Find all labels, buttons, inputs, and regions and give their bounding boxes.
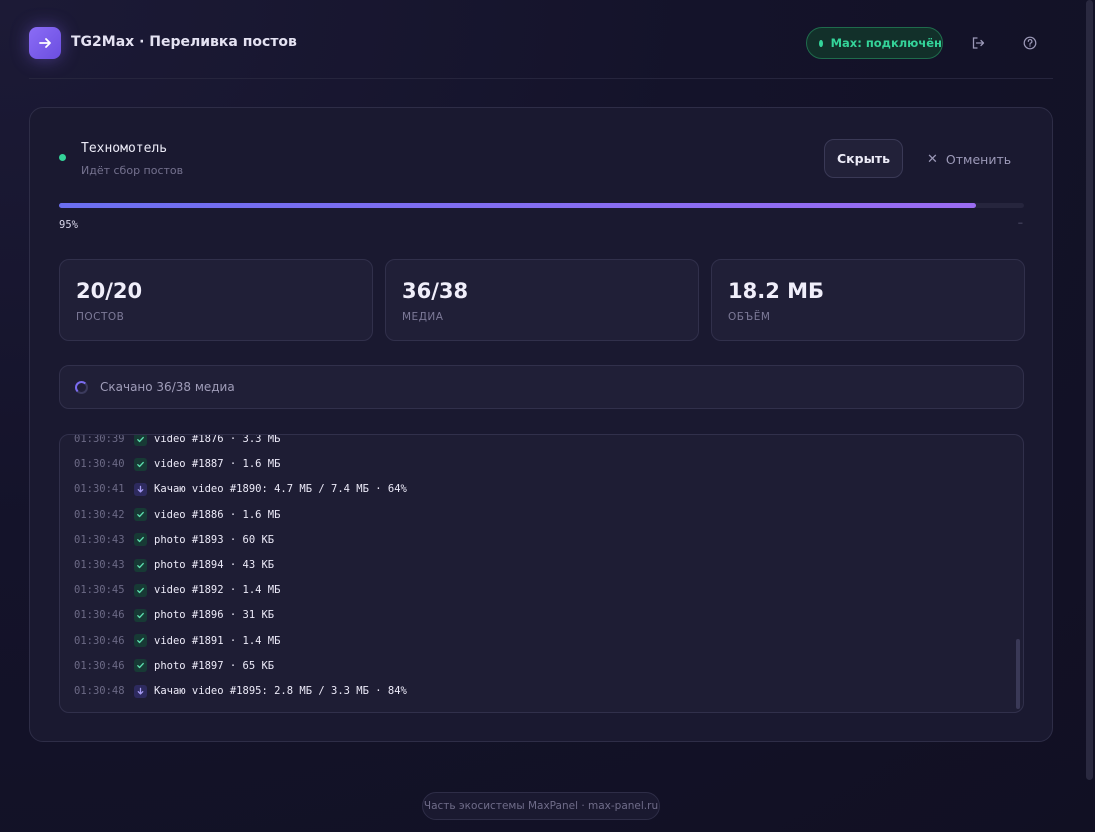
page-scrollbar[interactable]	[1086, 0, 1093, 780]
stat-value: 20/20	[76, 279, 143, 303]
app-logo	[29, 27, 61, 59]
progress-fill	[59, 203, 976, 208]
help-circle-icon	[1023, 36, 1037, 50]
log-time: 01:30:43	[74, 559, 125, 571]
channel-name: Техномотель	[81, 141, 168, 156]
stat-label: МЕДИА	[402, 311, 444, 323]
hide-button[interactable]: Скрыть	[824, 139, 903, 178]
check-icon	[134, 435, 147, 446]
cancel-button[interactable]: ✕ Отменить	[927, 148, 1011, 170]
log-row: 01:30:45 video #1892 · 1.4 МБ	[74, 581, 280, 599]
log-row: 01:30:46 photo #1896 · 31 КБ	[74, 606, 274, 624]
spinner-icon	[75, 381, 88, 394]
stat-label: ОБЪЁМ	[728, 311, 771, 323]
log-row: 01:30:39 video #1876 · 3.3 МБ	[74, 434, 281, 448]
logout-icon	[972, 37, 985, 49]
progress-bar	[59, 203, 1024, 208]
activity-log[interactable]: 01:30:39 video #1876 · 3.3 МБ 01:30:40 vide…	[59, 434, 1024, 713]
connection-status-text: Max: подключён	[830, 36, 942, 50]
log-text: video #1892 · 1.4 МБ	[154, 584, 281, 597]
app-title: TG2Max · Переливка постов	[71, 34, 297, 50]
log-row: 01:30:46 photo #1897 · 65 КБ	[74, 657, 274, 675]
log-time: 01:30:48	[74, 685, 125, 697]
job-subtitle: Идёт сбор постов	[81, 164, 184, 177]
log-time: 01:30:41	[74, 483, 125, 496]
stat-volume: 18.2 МБ ОБЪЁМ	[711, 259, 1025, 341]
check-icon	[134, 457, 147, 471]
download-status: Скачано 36/38 медиа	[59, 365, 1024, 409]
check-icon	[134, 533, 147, 547]
log-time: 01:30:43	[74, 533, 125, 546]
log-row: 01:30:48 Качаю video #1895: 2.8 МБ / 3.3 …	[74, 682, 407, 700]
stat-value: 18.2 МБ	[728, 279, 825, 303]
log-time: 01:30:45	[74, 584, 125, 597]
log-time: 01:30:39	[74, 434, 125, 445]
log-text: photo #1894 · 43 КБ	[154, 559, 275, 571]
log-time: 01:30:46	[74, 659, 125, 672]
job-card: Техномотель Идёт сбор постов Скрыть ✕ От…	[29, 107, 1053, 742]
check-icon	[134, 634, 147, 648]
connection-status-badge: Max: подключён	[806, 27, 943, 59]
stat-posts: 20/20 ПОСТОВ	[59, 259, 373, 341]
check-icon	[134, 508, 147, 522]
log-text: video #1886 · 1.6 МБ	[154, 508, 281, 521]
log-row: 01:30:43 photo #1894 · 43 КБ	[74, 556, 274, 574]
log-row: 01:30:41 Качаю video #1890: 4.7 МБ / 7.4 …	[74, 480, 407, 498]
log-text: video #1887 · 1.6 МБ	[154, 458, 281, 471]
log-row: 01:30:40 video #1887 · 1.6 МБ	[74, 455, 280, 473]
check-icon	[134, 558, 147, 572]
log-text: Качаю video #1895: 2.8 МБ / 3.3 МБ · 84%	[154, 685, 407, 697]
log-row: 01:30:46 video #1891 · 1.4 МБ	[74, 632, 280, 650]
logout-button[interactable]	[968, 33, 988, 53]
status-dot	[819, 39, 823, 47]
close-icon: ✕	[927, 151, 938, 167]
check-icon	[134, 608, 147, 622]
footer-badge[interactable]: Часть экосистемы MaxPanel · max-panel.ru	[422, 792, 660, 820]
arrow-right-icon	[39, 38, 51, 48]
app-header: TG2Max · Переливка постов Max: подключён	[29, 27, 1053, 59]
log-scrollbar[interactable]	[1016, 639, 1020, 709]
stat-value: 36/38	[402, 279, 469, 303]
cancel-label: Отменить	[945, 151, 1012, 167]
log-time: 01:30:42	[74, 508, 125, 521]
stat-label: ПОСТОВ	[76, 311, 125, 323]
progress-percent: 95%	[59, 219, 78, 231]
progress-eta: –	[1017, 217, 1023, 229]
log-text: Качаю video #1890: 4.7 МБ / 7.4 МБ · 64%	[154, 483, 407, 496]
download-icon	[134, 482, 147, 496]
help-button[interactable]	[1020, 33, 1040, 53]
log-text: photo #1896 · 31 КБ	[154, 609, 275, 622]
log-time: 01:30:46	[74, 609, 125, 622]
log-time: 01:30:46	[74, 634, 125, 647]
log-text: video #1876 · 3.3 МБ	[154, 434, 281, 445]
log-time: 01:30:40	[74, 458, 125, 471]
check-icon	[134, 659, 147, 673]
log-text: photo #1893 · 60 КБ	[154, 533, 275, 546]
check-icon	[134, 583, 147, 597]
job-status-dot	[59, 154, 66, 161]
download-icon	[134, 684, 147, 698]
header-divider	[29, 78, 1053, 79]
stat-media: 36/38 МЕДИА	[385, 259, 699, 341]
log-text: photo #1897 · 65 КБ	[154, 659, 275, 672]
log-row: 01:30:43 photo #1893 · 60 КБ	[74, 531, 274, 549]
download-status-text: Скачано 36/38 медиа	[100, 380, 235, 394]
log-text: video #1891 · 1.4 МБ	[154, 634, 281, 647]
log-row: 01:30:42 video #1886 · 1.6 МБ	[74, 506, 280, 524]
